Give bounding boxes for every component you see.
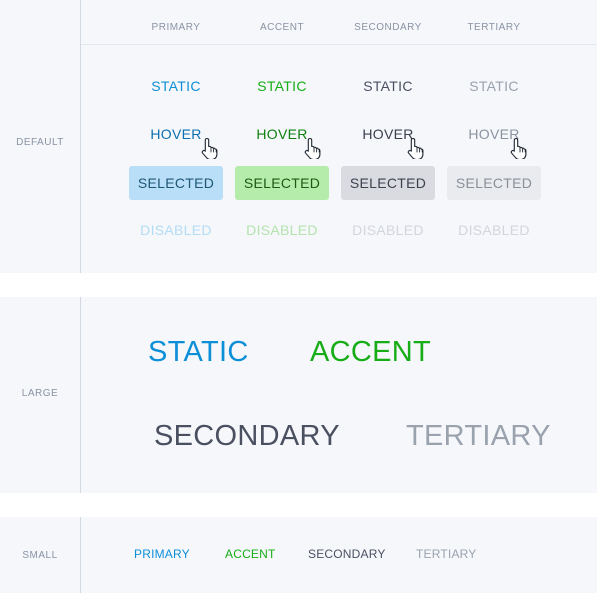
column-header-tertiary: TERTIARY [467,22,521,33]
small-tertiary-button[interactable]: TERTIARY [416,547,477,561]
primary-selected-button[interactable]: SELECTED [129,166,223,200]
large-accent-button[interactable]: ACCENT [310,336,431,369]
section-divider [80,297,81,493]
hand-pointer-icon [407,137,424,159]
secondary-static-button[interactable]: STATIC [341,69,435,103]
large-secondary-button[interactable]: SECONDARY [154,420,340,453]
section-divider [80,517,81,593]
small-accent-button[interactable]: ACCENT [225,547,276,561]
tertiary-disabled-button: DISABLED [458,222,530,238]
section-label-default: DEFAULT [16,137,64,148]
hand-pointer-icon [304,137,321,159]
large-primary-button[interactable]: STATIC [148,336,249,369]
secondary-disabled-button: DISABLED [352,222,424,238]
large-section: LARGE STATIC ACCENT SECONDARY TERTIARY [0,297,597,493]
small-secondary-button[interactable]: SECONDARY [308,547,386,561]
large-tertiary-button[interactable]: TERTIARY [406,420,551,453]
primary-static-button[interactable]: STATIC [129,69,223,103]
primary-disabled-button: DISABLED [140,222,212,238]
small-primary-button[interactable]: PRIMARY [134,547,190,561]
secondary-selected-button[interactable]: SELECTED [341,166,435,200]
column-header-secondary: SECONDARY [354,22,422,33]
accent-selected-button[interactable]: SELECTED [235,166,329,200]
tertiary-static-button[interactable]: STATIC [447,69,541,103]
hand-pointer-icon [201,137,218,159]
tertiary-selected-button[interactable]: SELECTED [447,166,541,200]
section-label-large: LARGE [21,388,59,399]
small-section: SMALL PRIMARY ACCENT SECONDARY TERTIARY [0,517,597,593]
hand-pointer-icon [510,137,527,159]
header-divider [81,44,597,45]
accent-disabled-button: DISABLED [246,222,318,238]
default-section: DEFAULT PRIMARY ACCENT SECONDARY TERTIAR… [0,0,597,273]
accent-static-button[interactable]: STATIC [235,69,329,103]
column-header-primary: PRIMARY [151,22,201,33]
section-label-small: SMALL [22,550,58,561]
column-header-accent: ACCENT [259,22,305,33]
section-divider [80,0,81,273]
